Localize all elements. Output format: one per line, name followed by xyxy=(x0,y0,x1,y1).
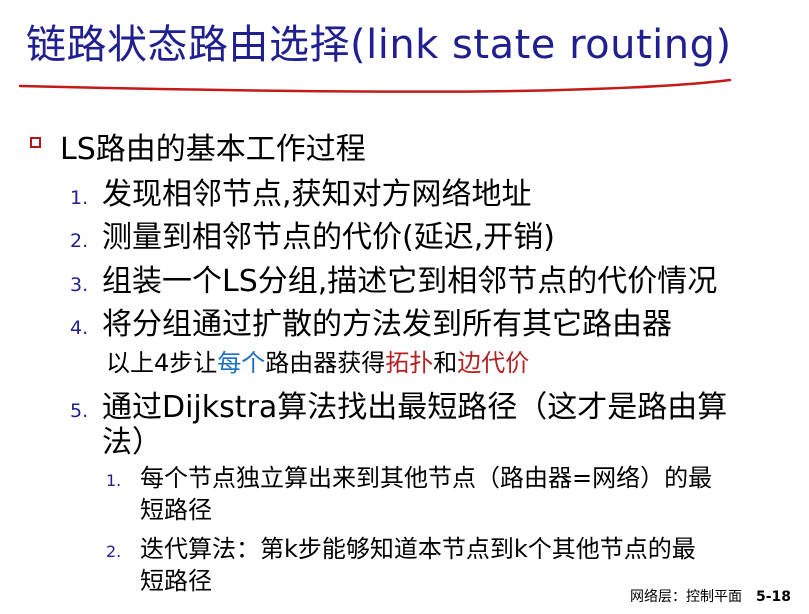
page-title: 链路状态路由选择(link state routing) xyxy=(26,22,732,68)
square-bullet-icon xyxy=(30,137,41,148)
step-1-number: 1. xyxy=(70,187,89,209)
page-number: 5-18 xyxy=(755,589,791,605)
step-3-text: 组装一个LS分组,描述它到相邻节点的代价情况 xyxy=(102,264,718,299)
step-1: 1. 发现相邻节点,获知对方网络地址 xyxy=(70,169,532,213)
note-edge-cost: 边代价 xyxy=(457,349,530,377)
step-4-number: 4. xyxy=(70,317,89,339)
step-3: 3. 组装一个LS分组,描述它到相邻节点的代价情况 xyxy=(70,256,717,300)
step-5-text: 通过Dijkstra算法找出最短路径（这才是路由算 xyxy=(102,390,728,425)
footer-label: 网络层：控制平面 xyxy=(629,589,742,605)
sub-step-2: 2. 迭代算法：第k步能够知道本节点到k个其他节点的最 xyxy=(106,529,696,564)
sub-step-2-continued: 短路径 xyxy=(140,567,212,595)
step-2-text: 测量到相邻节点的代价(延迟,开销) xyxy=(102,220,555,255)
step-4: 4. 将分组通过扩散的方法发到所有其它路由器 xyxy=(70,299,672,343)
note-every: 每个 xyxy=(217,349,266,377)
slide-footer: 网络层：控制平面 5-18 xyxy=(630,586,791,606)
note-and: 和 xyxy=(433,349,458,377)
sub-step-1-number: 1. xyxy=(106,471,122,490)
step-2: 2. 测量到相邻节点的代价(延迟,开销) xyxy=(70,212,555,256)
sub-step-2-text: 迭代算法：第k步能够知道本节点到k个其他节点的最 xyxy=(140,535,696,563)
step-5-continued: 法） xyxy=(102,425,162,460)
step-note: 以上4步让每个路由器获得拓扑和边代价 xyxy=(106,343,529,378)
step-5-number: 5. xyxy=(70,400,89,422)
sub-step-1: 1. 每个节点独立算出来到其他节点（路由器=网络）的最 xyxy=(106,458,712,493)
title-underline xyxy=(18,78,732,93)
note-topology: 拓扑 xyxy=(385,349,434,377)
note-middle: 路由器获得 xyxy=(265,349,386,377)
step-1-text: 发现相邻节点,获知对方网络地址 xyxy=(102,177,532,212)
sub-step-1-text: 每个节点独立算出来到其他节点（路由器=网络）的最 xyxy=(140,464,713,492)
step-2-number: 2. xyxy=(70,230,89,252)
section-heading: LS路由的基本工作过程 xyxy=(60,132,366,167)
step-4-text: 将分组通过扩散的方法发到所有其它路由器 xyxy=(102,307,672,342)
sub-step-2-number: 2. xyxy=(106,542,122,561)
step-5: 5. 通过Dijkstra算法找出最短路径（这才是路由算 xyxy=(70,382,727,426)
sub-step-1-continued: 短路径 xyxy=(140,496,212,524)
step-3-number: 3. xyxy=(70,274,89,296)
note-prefix: 以上4步让 xyxy=(106,349,218,377)
